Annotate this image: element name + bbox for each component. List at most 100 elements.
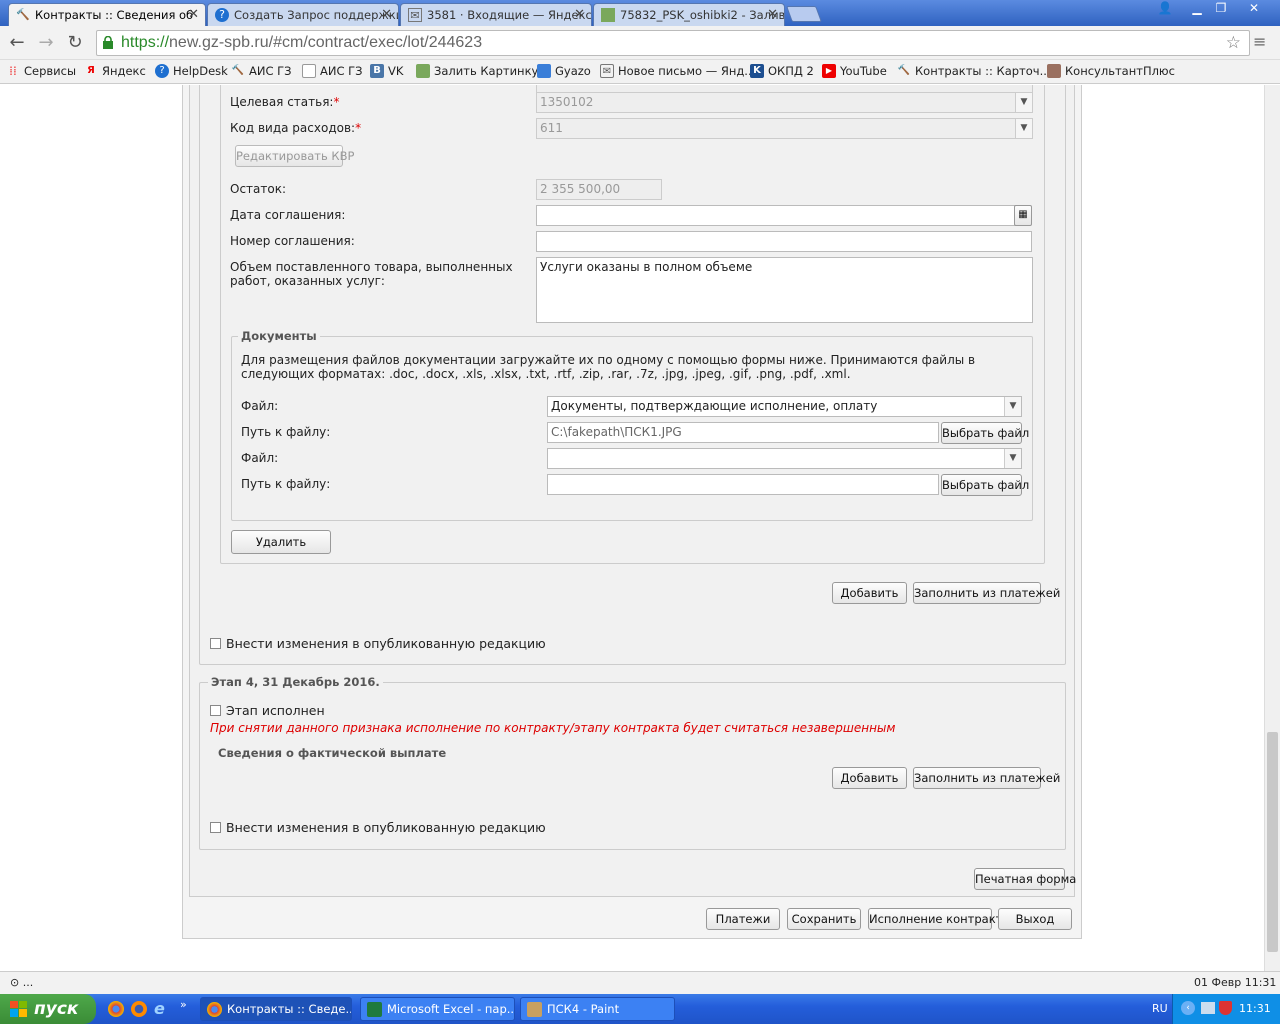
expense-code-select[interactable]: 611 ▼ (536, 118, 1033, 139)
file-label: Файл: (241, 451, 279, 465)
bookmark-youtube[interactable]: ▶ YouTube (822, 64, 887, 78)
close-icon[interactable]: ✕ (574, 7, 585, 22)
task-paint[interactable]: ПСК4 - Paint (520, 997, 675, 1021)
publish-changes-checkbox[interactable] (210, 638, 221, 649)
target-article-label: Целевая статья:* (230, 95, 340, 109)
exit-button[interactable]: Выход (998, 908, 1072, 930)
choose-file-button[interactable]: Выбрать файл (941, 422, 1029, 444)
back-icon[interactable]: ← (6, 32, 28, 54)
reload-icon[interactable]: ↻ (64, 32, 86, 54)
system-tray: ‹ 11:31 (1172, 994, 1280, 1024)
minimize-icon[interactable]: ▁ (1185, 0, 1209, 18)
volume-textarea[interactable]: Услуги оказаны в полном объеме (536, 257, 1033, 323)
tab-support-request[interactable]: ? Создать Запрос поддержки ✕ (207, 3, 399, 26)
calendar-icon[interactable]: ▦ (1014, 205, 1032, 226)
bookmark-consultant[interactable]: КонсультантПлюс (1047, 64, 1175, 78)
tray-expand-icon[interactable]: ‹ (1181, 1001, 1195, 1015)
start-button[interactable]: пуск (0, 994, 96, 1024)
bookmark-upload-image[interactable]: Залить Картинку (416, 64, 538, 78)
file-path-field-2[interactable] (547, 474, 939, 495)
bookmark-ais-gz-1[interactable]: 🔨 АИС ГЗ (231, 64, 292, 78)
close-icon[interactable]: ✕ (381, 7, 392, 22)
add-button[interactable]: Добавить (832, 582, 907, 604)
page-icon (302, 64, 316, 78)
choose-file-button[interactable]: Выбрать файл (941, 474, 1029, 496)
scrollbar-thumb[interactable] (1267, 732, 1278, 952)
stage-warning: При снятии данного признака исполнение п… (210, 721, 896, 735)
lock-icon (103, 36, 113, 49)
address-bar[interactable]: https://new.gz-spb.ru/#cm/contract/exec/… (96, 30, 1250, 56)
bookmark-gyazo[interactable]: Gyazo (537, 64, 591, 78)
tab-title: Контракты :: Сведения об (35, 8, 194, 22)
help-icon: ? (155, 64, 169, 78)
language-indicator[interactable]: RU (1152, 1002, 1168, 1015)
more-icon[interactable]: » (180, 998, 187, 1011)
bookmark-star-icon[interactable]: ☆ (1226, 33, 1241, 53)
vertical-scrollbar[interactable] (1264, 85, 1280, 971)
bookmark-contracts-card[interactable]: 🔨 Контракты :: Карточ... (897, 64, 1051, 78)
tab-title: 75832_PSK_oshibki2 - Залив (620, 8, 784, 22)
tab-yandex-mail[interactable]: ✉ 3581 · Входящие — Яндекс ✕ (400, 3, 592, 26)
stage-completed-checkbox[interactable] (210, 705, 221, 716)
stage4-publish-changes-checkbox[interactable] (210, 822, 221, 833)
target-article-select[interactable]: 1350102 ▼ (536, 92, 1033, 113)
contract-execution-button[interactable]: Исполнение контракта (868, 908, 1009, 930)
stage4-publish-changes-label: Внести изменения в опубликованную редакц… (226, 820, 546, 835)
payments-button[interactable]: Платежи (706, 908, 780, 930)
bookmark-ais-gz-2[interactable]: АИС ГЗ (302, 64, 363, 78)
menu-icon[interactable]: ≡ (1253, 32, 1266, 51)
print-form-button[interactable]: Печатная форма (974, 868, 1076, 890)
antivirus-icon[interactable] (1219, 1001, 1232, 1015)
user-icon[interactable]: 👤 (1153, 0, 1177, 18)
page-content: Целевая статья:* 1350102 ▼ Код вида расхо… (0, 85, 1264, 971)
file-type-select-1[interactable]: Документы, подтверждающие исполнение, оп… (547, 396, 1022, 417)
stage-completed-label: Этап исполнен (226, 703, 325, 718)
file-type-select-2[interactable]: ▼ (547, 448, 1022, 469)
edit-kvr-button[interactable]: Редактировать КВР (235, 145, 354, 167)
url-text: https://new.gz-spb.ru/#cm/contract/exec/… (121, 34, 483, 51)
gavel-icon: 🔨 (897, 65, 911, 76)
vk-icon: В (370, 64, 384, 78)
bookmark-okpd2[interactable]: K ОКПД 2 (750, 64, 814, 78)
close-window-icon[interactable]: ✕ (1240, 0, 1268, 18)
firefox-icon[interactable] (131, 1001, 147, 1017)
tab-image-upload[interactable]: 75832_PSK_oshibki2 - Залив ✕ (593, 3, 785, 26)
chrome-icon[interactable] (108, 1001, 124, 1017)
gavel-icon: 🔨 (231, 65, 245, 76)
status-left: ⊙ ... (10, 976, 34, 989)
chrome-icon (207, 1002, 222, 1017)
network-icon[interactable] (1201, 1002, 1215, 1014)
stage4-add-button[interactable]: Добавить (832, 767, 907, 789)
bookmark-services[interactable]: ⁞⁞ Сервисы (6, 64, 76, 78)
ie-icon[interactable]: e (154, 999, 165, 1018)
publish-changes-label: Внести изменения в опубликованную редакц… (226, 636, 546, 651)
agreement-number-field[interactable] (536, 231, 1032, 252)
close-icon[interactable]: ✕ (188, 7, 199, 22)
mail-icon: ✉ (600, 64, 614, 78)
documents-legend: Документы (238, 329, 320, 343)
fill-from-payments-button[interactable]: Заполнить из платежей (913, 582, 1060, 604)
new-tab-button[interactable] (786, 6, 822, 22)
agreement-date-field[interactable] (536, 205, 1017, 226)
balance-label: Остаток: (230, 182, 287, 196)
balance-field[interactable]: 2 355 500,00 (536, 179, 662, 200)
file-path-field-1[interactable]: C:\fakepath\ПСК1.JPG (547, 422, 939, 443)
task-chrome[interactable]: Контракты :: Сведе... (200, 997, 352, 1021)
delete-button[interactable]: Удалить (231, 530, 331, 554)
clock[interactable]: 11:31 (1239, 1002, 1271, 1015)
bookmark-helpdesk[interactable]: ? HelpDesk (155, 64, 228, 78)
path-label: Путь к файлу: (241, 425, 331, 439)
restore-icon[interactable]: ❐ (1209, 0, 1233, 18)
tab-contracts[interactable]: 🔨 Контракты :: Сведения об ✕ (8, 3, 206, 26)
save-button[interactable]: Сохранить (787, 908, 861, 930)
status-bar: ⊙ ... 01 Февр 11:31 (0, 971, 1280, 994)
bookmark-new-mail[interactable]: ✉ Новое письмо — Янд... (600, 64, 755, 78)
bookmark-yandex[interactable]: Я Яндекс (84, 64, 146, 78)
close-icon[interactable]: ✕ (767, 7, 778, 22)
tab-title: 3581 · Входящие — Яндекс (427, 8, 591, 22)
bookmark-vk[interactable]: В VK (370, 64, 403, 78)
stage4-fill-from-payments-button[interactable]: Заполнить из платежей (913, 767, 1060, 789)
task-excel[interactable]: Microsoft Excel - пар... (360, 997, 515, 1021)
paint-icon (527, 1002, 542, 1017)
forward-icon[interactable]: → (35, 32, 57, 54)
